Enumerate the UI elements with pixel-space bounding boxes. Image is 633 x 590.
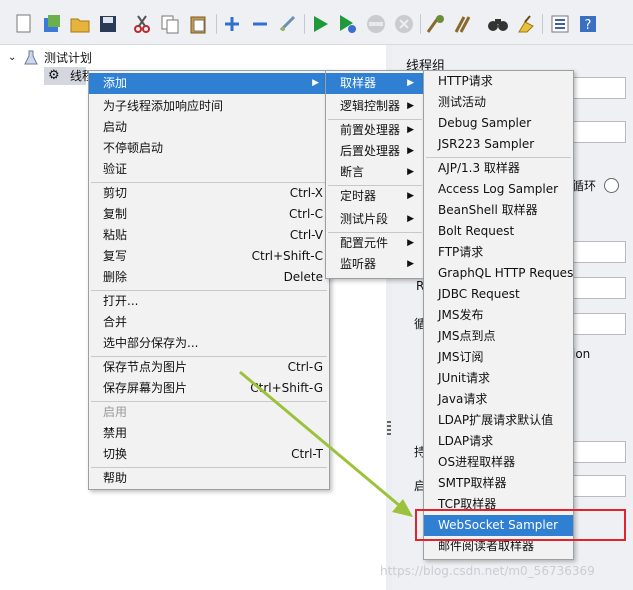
annotation-arrow: [239, 370, 413, 517]
watermark: https://blog.csdn.net/m0_56736369: [380, 564, 595, 578]
arrow-shaft: [239, 370, 401, 508]
